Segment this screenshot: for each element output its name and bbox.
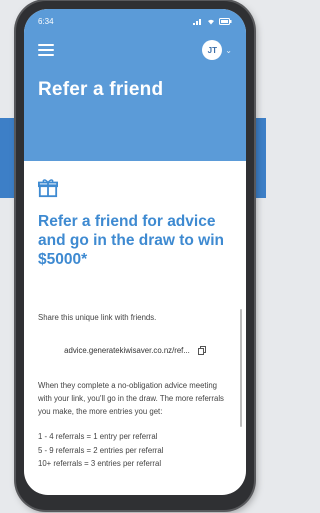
battery-icon (219, 17, 232, 25)
referral-link-row[interactable]: advice.generatekiwisaver.co.nz/ref... (38, 346, 232, 355)
page-title: Refer a friend (38, 79, 164, 100)
profile-menu[interactable]: JT ⌄ (202, 40, 232, 60)
tier-list: 1 - 4 referrals = 1 entry per referral 5… (38, 430, 232, 471)
app-screen: 6:34 JT ⌄ Refer a friend Refer a friend … (24, 9, 246, 495)
main-content: Refer a friend for advice and go in the … (24, 161, 246, 471)
share-instructions: Share this unique link with friends. (38, 313, 157, 322)
avatar: JT (202, 40, 223, 60)
app-header: 6:34 JT ⌄ Refer a friend (24, 9, 246, 161)
top-bar: JT ⌄ (24, 33, 246, 67)
tier-item: 10+ referrals = 3 entries per referral (38, 459, 162, 468)
gift-icon (38, 179, 58, 198)
hamburger-menu-icon[interactable] (38, 44, 54, 56)
referral-description: When they complete a no-obligation advic… (38, 381, 224, 416)
status-icons (193, 17, 232, 25)
tier-item: 5 - 9 referrals = 2 entries per referral (38, 445, 164, 455)
status-time: 6:34 (38, 16, 54, 26)
referral-link[interactable]: advice.generatekiwisaver.co.nz/ref... (64, 346, 190, 355)
status-bar: 6:34 (24, 9, 246, 33)
tier-item: 1 - 4 referrals = 1 entry per referral (38, 432, 158, 441)
chevron-down-icon: ⌄ (225, 45, 232, 55)
copy-icon[interactable] (197, 346, 206, 355)
wifi-icon (208, 19, 214, 24)
scrollbar[interactable] (240, 309, 242, 427)
phone-frame: 6:34 JT ⌄ Refer a friend Refer a friend … (16, 1, 254, 510)
referral-headline: Refer a friend for advice and go in the … (38, 213, 224, 268)
signal-icon (193, 18, 201, 25)
